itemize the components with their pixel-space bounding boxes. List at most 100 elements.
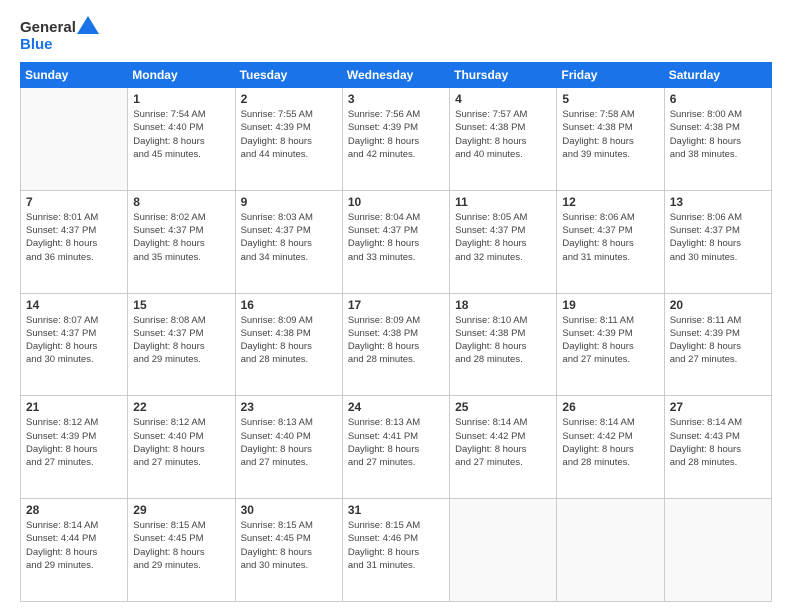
day-number: 29 [133, 503, 229, 517]
day-number: 27 [670, 400, 766, 414]
calendar-cell [21, 88, 128, 191]
weekday-header-thursday: Thursday [450, 63, 557, 88]
day-number: 31 [348, 503, 444, 517]
calendar-cell [557, 499, 664, 602]
day-info: Sunrise: 8:14 AMSunset: 4:42 PMDaylight:… [562, 416, 658, 469]
day-number: 2 [241, 92, 337, 106]
day-number: 26 [562, 400, 658, 414]
day-number: 5 [562, 92, 658, 106]
logo-blue-text: Blue [20, 36, 53, 53]
day-number: 4 [455, 92, 551, 106]
day-info: Sunrise: 8:15 AMSunset: 4:45 PMDaylight:… [241, 519, 337, 572]
day-number: 21 [26, 400, 122, 414]
day-info: Sunrise: 8:14 AMSunset: 4:44 PMDaylight:… [26, 519, 122, 572]
day-number: 6 [670, 92, 766, 106]
calendar-cell: 14 Sunrise: 8:07 AMSunset: 4:37 PMDayligh… [21, 293, 128, 396]
calendar-cell: 9 Sunrise: 8:03 AMSunset: 4:37 PMDaylight… [235, 190, 342, 293]
day-number: 19 [562, 298, 658, 312]
day-number: 12 [562, 195, 658, 209]
day-number: 10 [348, 195, 444, 209]
weekday-header-tuesday: Tuesday [235, 63, 342, 88]
day-number: 24 [348, 400, 444, 414]
day-info: Sunrise: 8:13 AMSunset: 4:40 PMDaylight:… [241, 416, 337, 469]
day-number: 23 [241, 400, 337, 414]
weekday-header-friday: Friday [557, 63, 664, 88]
day-info: Sunrise: 8:00 AMSunset: 4:38 PMDaylight:… [670, 108, 766, 161]
day-info: Sunrise: 7:56 AMSunset: 4:39 PMDaylight:… [348, 108, 444, 161]
day-info: Sunrise: 8:14 AMSunset: 4:42 PMDaylight:… [455, 416, 551, 469]
calendar-cell: 13 Sunrise: 8:06 AMSunset: 4:37 PMDayligh… [664, 190, 771, 293]
day-info: Sunrise: 8:13 AMSunset: 4:41 PMDaylight:… [348, 416, 444, 469]
header: General Blue [20, 18, 772, 54]
day-number: 1 [133, 92, 229, 106]
day-info: Sunrise: 8:09 AMSunset: 4:38 PMDaylight:… [241, 314, 337, 367]
calendar-cell: 30Sunrise: 8:15 AMSunset: 4:45 PMDayligh… [235, 499, 342, 602]
day-info: Sunrise: 8:08 AMSunset: 4:37 PMDaylight:… [133, 314, 229, 367]
day-info: Sunrise: 7:58 AMSunset: 4:38 PMDaylight:… [562, 108, 658, 161]
day-number: 14 [26, 298, 122, 312]
calendar-cell: 29 Sunrise: 8:15 AMSunset: 4:45 PMDayligh… [128, 499, 235, 602]
calendar-cell: 7Sunrise: 8:01 AMSunset: 4:37 PMDaylight… [21, 190, 128, 293]
calendar-cell: 6 Sunrise: 8:00 AMSunset: 4:38 PMDaylight… [664, 88, 771, 191]
day-info: Sunrise: 8:12 AMSunset: 4:39 PMDaylight:… [26, 416, 122, 469]
day-number: 15 [133, 298, 229, 312]
calendar-cell: 3Sunrise: 7:56 AMSunset: 4:39 PMDaylight… [342, 88, 449, 191]
day-info: Sunrise: 8:05 AMSunset: 4:37 PMDaylight:… [455, 211, 551, 264]
day-number: 22 [133, 400, 229, 414]
weekday-header-wednesday: Wednesday [342, 63, 449, 88]
calendar-cell: 16 Sunrise: 8:09 AMSunset: 4:38 PMDayligh… [235, 293, 342, 396]
day-number: 25 [455, 400, 551, 414]
day-info: Sunrise: 7:57 AMSunset: 4:38 PMDaylight:… [455, 108, 551, 161]
day-info: Sunrise: 8:11 AMSunset: 4:39 PMDaylight:… [562, 314, 658, 367]
day-info: Sunrise: 8:07 AMSunset: 4:37 PMDaylight:… [26, 314, 122, 367]
calendar-cell: 12 Sunrise: 8:06 AMSunset: 4:37 PMDayligh… [557, 190, 664, 293]
page: General Blue SundayMondayTuesdayWednesda… [0, 0, 792, 612]
calendar-cell [450, 499, 557, 602]
calendar-cell: 28 Sunrise: 8:14 AMSunset: 4:44 PMDayligh… [21, 499, 128, 602]
day-number: 11 [455, 195, 551, 209]
day-number: 13 [670, 195, 766, 209]
calendar-cell: 18Sunrise: 8:10 AMSunset: 4:38 PMDayligh… [450, 293, 557, 396]
calendar-week-3: 14 Sunrise: 8:07 AMSunset: 4:37 PMDayligh… [21, 293, 772, 396]
day-info: Sunrise: 8:15 AMSunset: 4:45 PMDaylight:… [133, 519, 229, 572]
day-info: Sunrise: 7:54 AMSunset: 4:40 PMDaylight:… [133, 108, 229, 161]
weekday-header-sunday: Sunday [21, 63, 128, 88]
calendar-cell: 20 Sunrise: 8:11 AMSunset: 4:39 PMDayligh… [664, 293, 771, 396]
day-number: 8 [133, 195, 229, 209]
calendar-cell: 4 Sunrise: 7:57 AMSunset: 4:38 PMDaylight… [450, 88, 557, 191]
day-info: Sunrise: 8:06 AMSunset: 4:37 PMDaylight:… [562, 211, 658, 264]
calendar-table: SundayMondayTuesdayWednesdayThursdayFrid… [20, 62, 772, 602]
calendar-cell: 2 Sunrise: 7:55 AMSunset: 4:39 PMDaylight… [235, 88, 342, 191]
day-info: Sunrise: 8:10 AMSunset: 4:38 PMDaylight:… [455, 314, 551, 367]
calendar-cell: 27Sunrise: 8:14 AMSunset: 4:43 PMDayligh… [664, 396, 771, 499]
day-info: Sunrise: 8:06 AMSunset: 4:37 PMDaylight:… [670, 211, 766, 264]
day-number: 20 [670, 298, 766, 312]
calendar-cell: 1 Sunrise: 7:54 AMSunset: 4:40 PMDaylight… [128, 88, 235, 191]
day-info: Sunrise: 8:04 AMSunset: 4:37 PMDaylight:… [348, 211, 444, 264]
day-info: Sunrise: 8:15 AMSunset: 4:46 PMDaylight:… [348, 519, 444, 572]
day-number: 28 [26, 503, 122, 517]
weekday-header-monday: Monday [128, 63, 235, 88]
logo-general-text: General [20, 19, 76, 36]
day-number: 16 [241, 298, 337, 312]
day-info: Sunrise: 8:11 AMSunset: 4:39 PMDaylight:… [670, 314, 766, 367]
calendar-cell: 11 Sunrise: 8:05 AMSunset: 4:37 PMDayligh… [450, 190, 557, 293]
day-number: 17 [348, 298, 444, 312]
calendar-cell: 31 Sunrise: 8:15 AMSunset: 4:46 PMDayligh… [342, 499, 449, 602]
calendar-cell: 24 Sunrise: 8:13 AMSunset: 4:41 PMDayligh… [342, 396, 449, 499]
calendar-cell [664, 499, 771, 602]
calendar-week-4: 21 Sunrise: 8:12 AMSunset: 4:39 PMDayligh… [21, 396, 772, 499]
day-number: 9 [241, 195, 337, 209]
calendar-cell: 5 Sunrise: 7:58 AMSunset: 4:38 PMDaylight… [557, 88, 664, 191]
calendar-cell: 15 Sunrise: 8:08 AMSunset: 4:37 PMDayligh… [128, 293, 235, 396]
logo-icon [77, 16, 99, 36]
day-info: Sunrise: 8:03 AMSunset: 4:37 PMDaylight:… [241, 211, 337, 264]
day-info: Sunrise: 7:55 AMSunset: 4:39 PMDaylight:… [241, 108, 337, 161]
calendar-cell: 8Sunrise: 8:02 AMSunset: 4:37 PMDaylight… [128, 190, 235, 293]
day-info: Sunrise: 8:12 AMSunset: 4:40 PMDaylight:… [133, 416, 229, 469]
calendar-cell: 22 Sunrise: 8:12 AMSunset: 4:40 PMDayligh… [128, 396, 235, 499]
calendar-cell: 10 Sunrise: 8:04 AMSunset: 4:37 PMDayligh… [342, 190, 449, 293]
calendar-week-5: 28 Sunrise: 8:14 AMSunset: 4:44 PMDayligh… [21, 499, 772, 602]
calendar-cell: 23 Sunrise: 8:13 AMSunset: 4:40 PMDayligh… [235, 396, 342, 499]
calendar-cell: 25 Sunrise: 8:14 AMSunset: 4:42 PMDayligh… [450, 396, 557, 499]
